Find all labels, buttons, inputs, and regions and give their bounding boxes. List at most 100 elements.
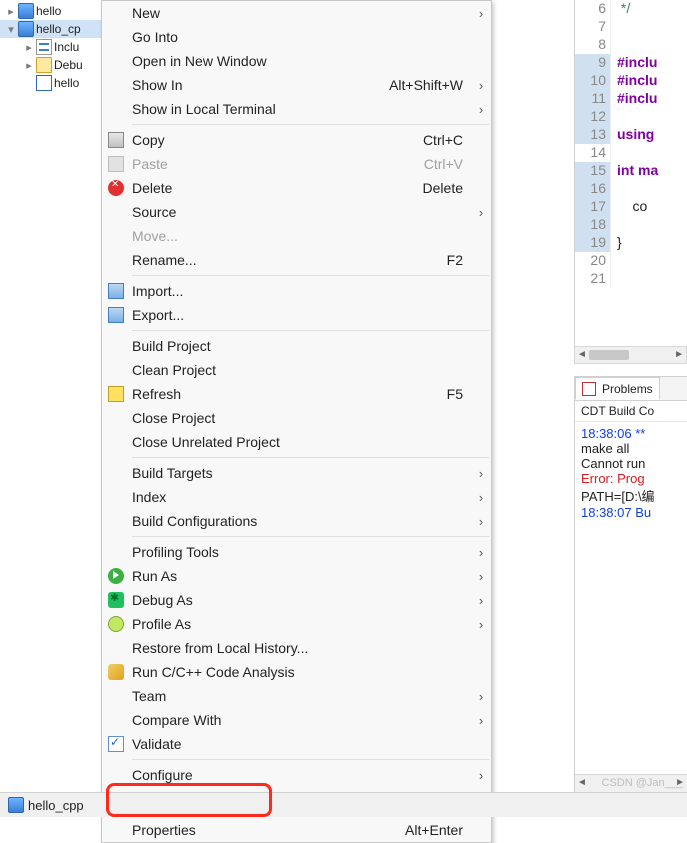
menu-separator	[132, 536, 489, 537]
submenu-arrow-icon: ›	[471, 6, 491, 21]
scroll-right-icon[interactable]: ►	[674, 349, 684, 360]
menu-separator	[132, 457, 489, 458]
editor-line[interactable]: 21	[575, 270, 687, 288]
editor-line[interactable]: 12	[575, 108, 687, 126]
editor-line[interactable]: 8	[575, 36, 687, 54]
menu-item-restore-from-local-history[interactable]: Restore from Local History...	[102, 636, 491, 660]
submenu-arrow-icon: ›	[471, 617, 491, 632]
expand-arrow-icon[interactable]: ▸	[22, 41, 36, 54]
menu-item-refresh[interactable]: RefreshF5	[102, 382, 491, 406]
menu-item-label: Index	[130, 489, 471, 505]
editor-line[interactable]: 7	[575, 18, 687, 36]
del-icon	[108, 180, 124, 196]
menu-shortcut: F5	[447, 386, 471, 402]
menu-item-clean-project[interactable]: Clean Project	[102, 358, 491, 382]
menu-item-index[interactable]: Index›	[102, 485, 491, 509]
menu-item-label: Show in Local Terminal	[130, 101, 471, 117]
menu-separator	[132, 275, 489, 276]
expand-arrow-icon[interactable]: ▸	[22, 59, 36, 72]
line-code	[611, 180, 617, 198]
editor-line[interactable]: 18	[575, 216, 687, 234]
menu-item-move: Move...	[102, 224, 491, 248]
menu-shortcut: F2	[447, 252, 471, 268]
run-icon	[108, 568, 124, 584]
editor-line[interactable]: 13using	[575, 126, 687, 144]
submenu-arrow-icon: ›	[471, 102, 491, 117]
editor-line[interactable]: 6 */	[575, 0, 687, 18]
line-code: */	[611, 0, 630, 18]
menu-item-source[interactable]: Source›	[102, 200, 491, 224]
editor-line[interactable]: 10#inclu	[575, 72, 687, 90]
project-icon	[8, 797, 24, 813]
menu-item-run-as[interactable]: Run As›	[102, 564, 491, 588]
menu-item-label: Team	[130, 688, 471, 704]
submenu-arrow-icon: ›	[471, 466, 491, 481]
menu-item-team[interactable]: Team›	[102, 684, 491, 708]
menu-item-label: Profiling Tools	[130, 544, 471, 560]
editor-horizontal-scrollbar[interactable]: ◄ ►	[574, 346, 687, 364]
editor-line[interactable]: 9#inclu	[575, 54, 687, 72]
submenu-arrow-icon: ›	[471, 490, 491, 505]
editor-line[interactable]: 19}	[575, 234, 687, 252]
expand-arrow-icon[interactable]: ▸	[4, 5, 18, 18]
expand-arrow-icon[interactable]: ▾	[4, 23, 18, 36]
menu-item-rename[interactable]: Rename...F2	[102, 248, 491, 272]
menu-item-debug-as[interactable]: Debug As›	[102, 588, 491, 612]
scrollbar-thumb[interactable]	[589, 350, 629, 360]
editor-line[interactable]: 11#inclu	[575, 90, 687, 108]
editor-line[interactable]: 20	[575, 252, 687, 270]
console-output[interactable]: 18:38:06 **make all Cannot run Error: Pr…	[575, 422, 687, 524]
line-code	[611, 36, 617, 54]
menu-item-show-in[interactable]: Show InAlt+Shift+W›	[102, 73, 491, 97]
submenu-arrow-icon: ›	[471, 205, 491, 220]
menu-item-label: Run C/C++ Code Analysis	[130, 664, 471, 680]
menu-separator	[132, 330, 489, 331]
tree-item-label: Inclu	[54, 40, 79, 54]
menu-item-compare-with[interactable]: Compare With›	[102, 708, 491, 732]
line-number: 19	[575, 234, 611, 252]
menu-item-label: Refresh	[130, 386, 447, 402]
menu-item-profiling-tools[interactable]: Profiling Tools›	[102, 540, 491, 564]
menu-item-validate[interactable]: Validate	[102, 732, 491, 756]
editor-line[interactable]: 16	[575, 180, 687, 198]
submenu-arrow-icon: ›	[471, 593, 491, 608]
editor-line[interactable]: 14	[575, 144, 687, 162]
menu-item-go-into[interactable]: Go Into	[102, 25, 491, 49]
menu-item-import[interactable]: Import...	[102, 279, 491, 303]
code-editor[interactable]: 6 */789#inclu10#inclu11#inclu1213using 1…	[574, 0, 687, 362]
menu-item-copy[interactable]: CopyCtrl+C	[102, 128, 491, 152]
scroll-left-icon[interactable]: ◄	[577, 777, 587, 788]
menu-item-close-unrelated-project[interactable]: Close Unrelated Project	[102, 430, 491, 454]
menu-shortcut: Delete	[423, 180, 471, 196]
menu-item-build-project[interactable]: Build Project	[102, 334, 491, 358]
editor-line[interactable]: 17 co	[575, 198, 687, 216]
menu-item-close-project[interactable]: Close Project	[102, 406, 491, 430]
menu-item-delete[interactable]: DeleteDelete	[102, 176, 491, 200]
problems-icon	[582, 382, 596, 396]
bottom-tabs: Problems	[575, 377, 687, 401]
menu-item-label: Export...	[130, 307, 471, 323]
menu-item-show-in-local-terminal[interactable]: Show in Local Terminal›	[102, 97, 491, 121]
menu-item-run-c-c-code-analysis[interactable]: Run C/C++ Code Analysis	[102, 660, 491, 684]
line-number: 7	[575, 18, 611, 36]
menu-item-properties[interactable]: PropertiesAlt+Enter	[102, 818, 491, 842]
menu-item-open-in-new-window[interactable]: Open in New Window	[102, 49, 491, 73]
line-number: 20	[575, 252, 611, 270]
menu-shortcut: Ctrl+V	[424, 156, 471, 172]
line-code: #inclu	[611, 72, 657, 90]
menu-item-export[interactable]: Export...	[102, 303, 491, 327]
menu-item-label: Run As	[130, 568, 471, 584]
menu-item-configure[interactable]: Configure›	[102, 763, 491, 787]
menu-item-profile-as[interactable]: Profile As›	[102, 612, 491, 636]
menu-item-new[interactable]: New›	[102, 1, 491, 25]
tab-problems[interactable]: Problems	[575, 377, 660, 400]
menu-item-label: Build Targets	[130, 465, 471, 481]
menu-item-build-configurations[interactable]: Build Configurations›	[102, 509, 491, 533]
line-code	[611, 18, 617, 36]
editor-line[interactable]: 15int ma	[575, 162, 687, 180]
menu-item-build-targets[interactable]: Build Targets›	[102, 461, 491, 485]
scroll-left-icon[interactable]: ◄	[577, 349, 587, 360]
line-number: 16	[575, 180, 611, 198]
console-line: 18:38:07 Bu	[581, 505, 681, 520]
line-number: 12	[575, 108, 611, 126]
